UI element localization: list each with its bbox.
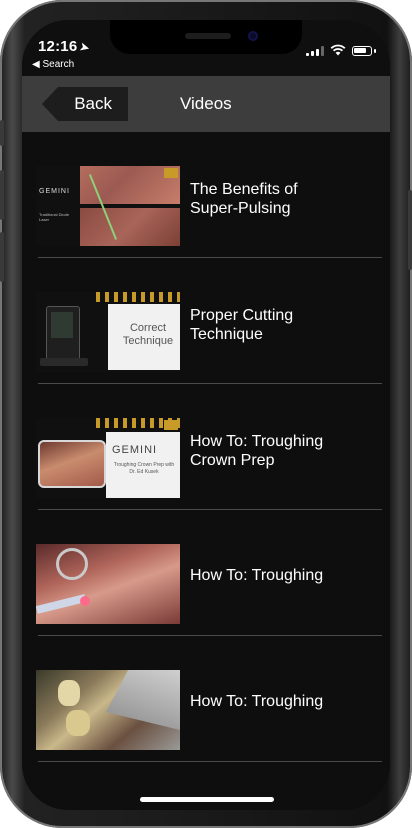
thumbnail-bottom-image bbox=[80, 208, 180, 246]
status-icons bbox=[306, 44, 376, 56]
video-thumbnail: GEMINI Troughing Crown Prep with Dr. Ed … bbox=[36, 418, 180, 498]
row-divider bbox=[38, 761, 382, 762]
location-arrow-icon: ➤ bbox=[78, 40, 92, 55]
thumbnail-caption: Troughing Crown Prep with Dr. Ed Kusek bbox=[113, 462, 175, 475]
video-list-item[interactable]: How To: Troughing bbox=[22, 636, 390, 762]
speaker-grille bbox=[185, 33, 231, 39]
time-text: 12:16 bbox=[38, 38, 78, 55]
back-triangle-icon: ◀ bbox=[32, 59, 40, 70]
home-indicator[interactable] bbox=[140, 797, 274, 802]
brand-badge bbox=[164, 420, 178, 430]
video-list-item[interactable]: GEMINI Traditional Diode Laser The Benef… bbox=[22, 132, 390, 258]
video-title: Proper Cutting Technique bbox=[190, 306, 380, 344]
battery-cap bbox=[374, 49, 376, 53]
video-title-line1: Proper Cutting bbox=[190, 307, 294, 324]
navigation-bar: Back Videos bbox=[22, 76, 390, 132]
status-bar: 12:16➤ ◀ Search bbox=[22, 20, 390, 76]
page-title: Videos bbox=[180, 94, 232, 113]
dental-mirror-image bbox=[56, 548, 88, 580]
cellular-signal-icon bbox=[306, 46, 324, 56]
back-to-app-label: Search bbox=[42, 59, 75, 70]
starburst-rays bbox=[96, 292, 180, 302]
video-title-line2: Crown Prep bbox=[190, 452, 275, 469]
power-button bbox=[408, 190, 412, 270]
wifi-icon bbox=[330, 44, 346, 56]
silent-switch bbox=[0, 120, 4, 146]
back-to-app-link[interactable]: ◀ Search bbox=[32, 59, 74, 70]
video-list-item[interactable]: Correct Technique Proper Cutting Techniq… bbox=[22, 258, 390, 384]
video-title-line1: How To: Troughing bbox=[190, 567, 324, 584]
video-thumbnail: GEMINI Traditional Diode Laser bbox=[36, 166, 180, 246]
phone-frame: 12:16➤ ◀ Search Back Videos GEMINI Tradi… bbox=[0, 0, 412, 828]
video-thumbnail: Correct Technique bbox=[36, 292, 180, 372]
thumbnail-brand-text: GEMINI bbox=[112, 444, 158, 456]
video-title: How To: Troughing bbox=[190, 692, 380, 711]
video-title-line1: How To: Troughing bbox=[190, 433, 324, 450]
volume-up-button bbox=[0, 170, 4, 220]
tooth-image bbox=[58, 680, 80, 706]
volume-down-button bbox=[0, 232, 4, 282]
laser-device-base bbox=[40, 358, 88, 366]
video-title-line1: How To: Troughing bbox=[190, 693, 324, 710]
video-thumbnail bbox=[36, 670, 180, 750]
brand-badge bbox=[164, 168, 178, 178]
back-button-label: Back bbox=[74, 94, 112, 113]
status-time: 12:16➤ bbox=[38, 38, 92, 55]
video-list-item[interactable]: How To: Troughing bbox=[22, 510, 390, 636]
notch bbox=[110, 20, 302, 54]
screen: 12:16➤ ◀ Search Back Videos GEMINI Tradi… bbox=[22, 20, 390, 810]
video-title-line2: Super-Pulsing bbox=[190, 200, 291, 217]
tooth-image bbox=[66, 710, 90, 736]
thumbnail-caption: Correct Technique bbox=[122, 322, 174, 347]
video-title-line1: The Benefits of bbox=[190, 181, 298, 198]
video-title-line2: Technique bbox=[190, 326, 263, 343]
video-list: GEMINI Traditional Diode Laser The Benef… bbox=[22, 132, 390, 762]
thumbnail-caption: Traditional Diode Laser bbox=[39, 212, 70, 222]
back-button[interactable]: Back bbox=[42, 87, 128, 121]
video-title: The Benefits of Super-Pulsing bbox=[190, 180, 380, 218]
laser-glow bbox=[80, 596, 90, 606]
thumbnail-brand-text: GEMINI bbox=[39, 188, 70, 195]
battery-icon bbox=[352, 46, 372, 56]
video-list-item[interactable]: GEMINI Troughing Crown Prep with Dr. Ed … bbox=[22, 384, 390, 510]
laser-device-screen bbox=[51, 312, 73, 338]
video-title: How To: Troughing bbox=[190, 566, 380, 585]
mouth-photo bbox=[38, 440, 106, 488]
front-camera bbox=[248, 31, 258, 41]
video-title: How To: Troughing Crown Prep bbox=[190, 432, 380, 470]
video-thumbnail bbox=[36, 544, 180, 624]
